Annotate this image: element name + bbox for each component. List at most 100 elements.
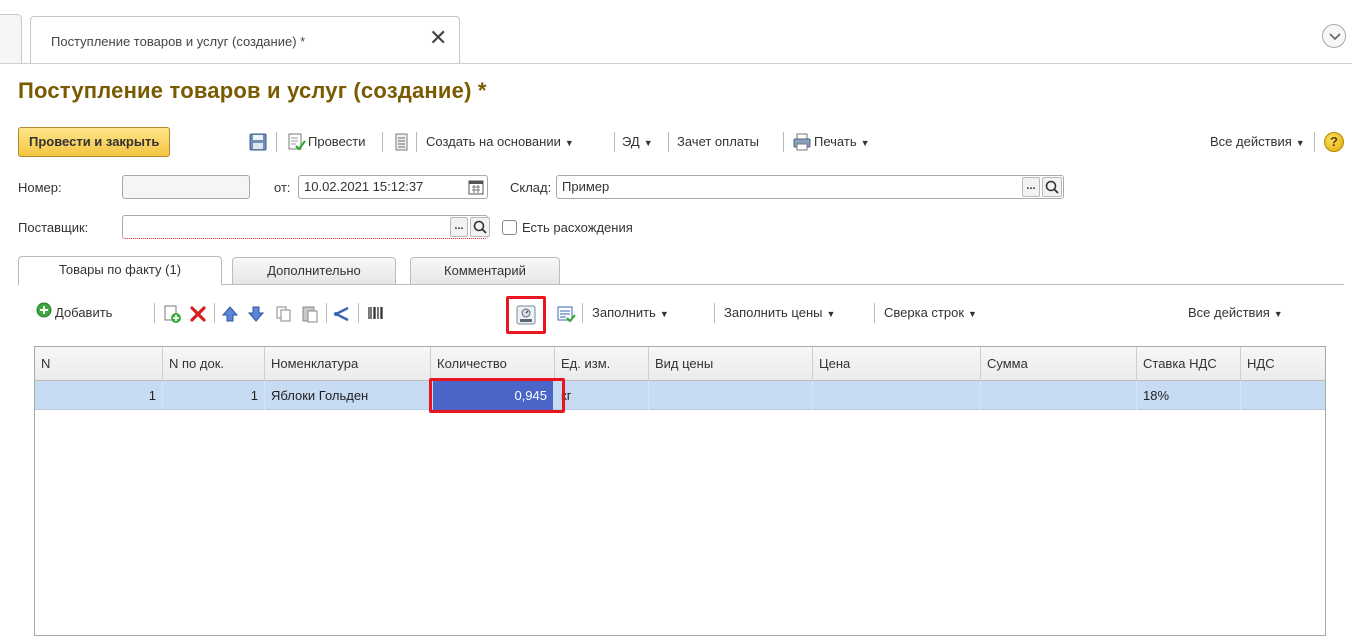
warehouse-label: Склад: bbox=[510, 180, 552, 195]
printer-icon[interactable] bbox=[792, 132, 812, 152]
move-up-icon[interactable] bbox=[220, 304, 240, 324]
chevron-down-icon: ▼ bbox=[968, 309, 977, 319]
toolbar-separator bbox=[668, 132, 669, 152]
copy-icon[interactable] bbox=[274, 304, 294, 324]
toolbar-separator bbox=[214, 303, 215, 323]
barcode-icon[interactable] bbox=[366, 304, 386, 324]
previous-tab-stub[interactable] bbox=[0, 14, 22, 64]
supplier-label: Поставщик: bbox=[18, 220, 89, 235]
chevron-down-icon: ▼ bbox=[564, 138, 574, 148]
chevron-down-icon: ▼ bbox=[826, 309, 836, 319]
tab-strip-divider bbox=[0, 63, 1352, 64]
chevron-down-icon: ▼ bbox=[643, 138, 653, 148]
fill-label: Заполнить bbox=[592, 305, 656, 320]
cell-unit[interactable]: кг bbox=[555, 381, 649, 410]
column-header-sum[interactable]: Сумма bbox=[981, 347, 1137, 381]
tab-goods-actual[interactable]: Товары по факту (1) bbox=[18, 256, 222, 285]
cell-vat[interactable] bbox=[1241, 381, 1325, 410]
number-label: Номер: bbox=[18, 180, 62, 195]
column-header-n-doc[interactable]: N по док. bbox=[163, 347, 265, 381]
register-report-icon[interactable] bbox=[392, 132, 412, 152]
warehouse-select-button[interactable]: ... bbox=[1022, 177, 1040, 197]
table-all-actions-button[interactable]: Все действия ▼ bbox=[1188, 302, 1283, 324]
toolbar-separator bbox=[714, 303, 715, 323]
document-tab-label: Поступление товаров и услуг (создание) * bbox=[51, 34, 306, 49]
toolbar-separator bbox=[358, 303, 359, 323]
toolbar-separator bbox=[416, 132, 417, 152]
scales-weight-icon[interactable] bbox=[514, 303, 538, 327]
date-input[interactable]: 10.02.2021 15:12:37 bbox=[298, 175, 488, 199]
all-actions-button[interactable]: Все действия ▼ bbox=[1210, 131, 1305, 153]
print-button[interactable]: Печать ▼ bbox=[814, 131, 870, 153]
chevron-down-icon: ▼ bbox=[1295, 138, 1305, 148]
toolbar-separator bbox=[614, 132, 615, 152]
picking-icon[interactable] bbox=[556, 304, 576, 324]
payment-offset-button[interactable]: Зачет оплаты bbox=[677, 131, 759, 153]
reconcile-rows-label: Сверка строк bbox=[884, 305, 965, 320]
warehouse-input[interactable]: Пример bbox=[556, 175, 1064, 199]
discrepancy-label: Есть расхождения bbox=[522, 220, 633, 235]
tab-comment[interactable]: Комментарий bbox=[410, 257, 560, 284]
close-tab-icon[interactable]: ✕ bbox=[429, 27, 447, 49]
cell-n-doc[interactable]: 1 bbox=[163, 381, 265, 410]
cell-sum[interactable] bbox=[981, 381, 1137, 410]
copy-row-icon[interactable] bbox=[162, 304, 182, 324]
ed-button[interactable]: ЭД ▼ bbox=[622, 131, 653, 153]
cell-price[interactable] bbox=[813, 381, 981, 410]
column-header-price-type[interactable]: Вид цены bbox=[649, 347, 813, 381]
fill-button[interactable]: Заполнить ▼ bbox=[592, 302, 669, 324]
toolbar-separator bbox=[1314, 132, 1315, 152]
tab-list-dropdown-icon[interactable] bbox=[1322, 24, 1346, 48]
column-header-nomenclature[interactable]: Номенклатура bbox=[265, 347, 431, 381]
help-icon[interactable]: ? bbox=[1324, 132, 1344, 152]
supplier-open-icon[interactable] bbox=[470, 217, 490, 237]
number-input[interactable] bbox=[122, 175, 250, 199]
save-icon[interactable] bbox=[248, 132, 268, 152]
column-header-vat-rate[interactable]: Ставка НДС bbox=[1137, 347, 1241, 381]
column-header-quantity[interactable]: Количество bbox=[431, 347, 555, 381]
paste-icon[interactable] bbox=[300, 304, 320, 324]
post-button[interactable]: Провести bbox=[308, 131, 366, 153]
fill-prices-label: Заполнить цены bbox=[724, 305, 823, 320]
supplier-select-button[interactable]: ... bbox=[450, 217, 468, 237]
fill-prices-button[interactable]: Заполнить цены ▼ bbox=[724, 302, 835, 324]
toolbar-separator bbox=[874, 303, 875, 323]
chevron-down-icon: ▼ bbox=[860, 138, 870, 148]
post-document-icon[interactable] bbox=[286, 132, 306, 152]
goods-table: N N по док. Номенклатура Количество Ед. … bbox=[34, 346, 1326, 636]
toolbar-separator bbox=[783, 132, 784, 152]
discrepancy-checkbox[interactable] bbox=[502, 220, 517, 235]
cell-vat-rate[interactable]: 18% bbox=[1137, 381, 1241, 410]
cell-quantity[interactable]: 0,945 bbox=[433, 381, 553, 410]
column-header-unit[interactable]: Ед. изм. bbox=[555, 347, 649, 381]
cell-n[interactable]: 1 bbox=[35, 381, 163, 410]
document-tab[interactable]: Поступление товаров и услуг (создание) *… bbox=[30, 16, 460, 64]
page-title: Поступление товаров и услуг (создание) * bbox=[18, 78, 487, 103]
column-header-n[interactable]: N bbox=[35, 347, 163, 381]
create-based-on-label: Создать на основании bbox=[426, 134, 561, 149]
share-icon[interactable] bbox=[332, 304, 352, 324]
chevron-down-icon: ▼ bbox=[1273, 309, 1283, 319]
ed-label: ЭД bbox=[622, 134, 640, 149]
move-down-icon[interactable] bbox=[246, 304, 266, 324]
reconcile-rows-button[interactable]: Сверка строк ▼ bbox=[884, 302, 977, 324]
window-tab-strip: Поступление товаров и услуг (создание) *… bbox=[0, 0, 1352, 64]
add-row-button[interactable]: Добавить bbox=[36, 302, 112, 324]
delete-row-icon[interactable] bbox=[188, 304, 208, 324]
post-and-close-button[interactable]: Провести и закрыть bbox=[18, 127, 171, 157]
date-value: 10.02.2021 15:12:37 bbox=[304, 179, 424, 194]
supplier-input[interactable] bbox=[122, 215, 488, 239]
create-based-on-button[interactable]: Создать на основании ▼ bbox=[426, 131, 574, 153]
cell-price-type[interactable] bbox=[649, 381, 813, 410]
table-row[interactable]: 1 1 Яблоки Гольден 0,945 кг 18% bbox=[35, 381, 1325, 410]
column-header-price[interactable]: Цена bbox=[813, 347, 981, 381]
warehouse-value: Пример bbox=[562, 179, 610, 194]
toolbar-separator bbox=[276, 132, 277, 152]
table-header: N N по док. Номенклатура Количество Ед. … bbox=[35, 347, 1325, 381]
column-header-vat[interactable]: НДС bbox=[1241, 347, 1325, 381]
cell-nomenclature[interactable]: Яблоки Гольден bbox=[265, 381, 431, 410]
tab-additional[interactable]: Дополнительно bbox=[232, 257, 396, 284]
warehouse-open-icon[interactable] bbox=[1042, 177, 1062, 197]
calendar-icon[interactable] bbox=[468, 179, 484, 199]
toolbar-separator bbox=[582, 303, 583, 323]
